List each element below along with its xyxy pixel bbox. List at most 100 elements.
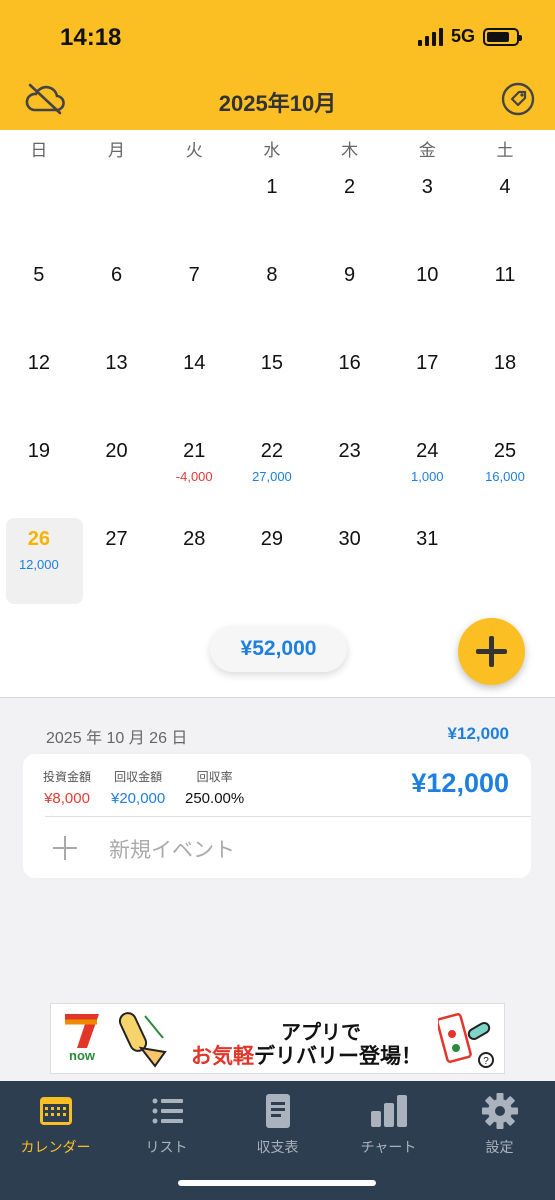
day-number: 30	[338, 528, 361, 550]
day-number: 27	[105, 528, 128, 550]
calendar-day-13[interactable]: 13	[78, 342, 156, 430]
tab-list[interactable]: リスト	[111, 1091, 222, 1157]
day-number: 7	[188, 264, 200, 286]
calendar-day-31[interactable]: 31	[388, 518, 466, 606]
calendar-day-5[interactable]: 5	[0, 254, 78, 342]
weekday-sun: 日	[30, 140, 48, 160]
day-number: 22	[260, 440, 284, 462]
bar-chart-icon	[370, 1095, 407, 1127]
day-number: 10	[416, 264, 439, 286]
gear-icon	[481, 1093, 518, 1129]
food-illustration: ?	[438, 1013, 494, 1068]
calendar-day-26[interactable]: 26 12,000	[0, 518, 83, 606]
day-number: 12	[27, 352, 50, 374]
tab-chart-label: チャート	[360, 1139, 417, 1155]
nav-bar: 2025年10月	[0, 70, 555, 130]
weekday-wed: 水	[263, 140, 281, 160]
calendar-day-15[interactable]: 15	[233, 342, 311, 430]
day-number: 18	[493, 352, 517, 374]
day-number: 8	[266, 264, 278, 286]
day-number: 20	[105, 440, 128, 462]
day-number: 17	[416, 352, 439, 374]
home-indicator	[178, 1180, 376, 1186]
day-number: 4	[499, 176, 511, 198]
calendar-day-20[interactable]: 20	[78, 430, 156, 518]
month-title[interactable]: 2025年10月	[0, 86, 555, 118]
calendar-day-18[interactable]: 18	[466, 342, 544, 430]
divider	[0, 697, 555, 698]
new-event-button[interactable]: 新規イベント	[109, 834, 235, 864]
tab-calendar-label: カレンダー	[20, 1139, 91, 1155]
calendar-day-19[interactable]: 19	[0, 430, 78, 518]
add-button[interactable]	[458, 618, 525, 685]
calendar-day-3[interactable]: 3	[388, 166, 466, 254]
calendar-day-2[interactable]: 2	[311, 166, 389, 254]
calendar-day-30[interactable]: 30	[311, 518, 389, 606]
tab-calendar[interactable]: カレンダー	[0, 1091, 111, 1157]
day-number: 21	[183, 440, 206, 462]
weekday-fri: 金	[418, 140, 436, 160]
selected-date-total: ¥12,000	[447, 724, 509, 743]
signal-icon	[417, 27, 443, 46]
calendar-day-17[interactable]: 17	[388, 342, 466, 430]
calendar-grid: 1 2 3 4 5 6 7 8 9 10 11 12 13 14 15 16 17 18 19 20 21 -4,000 2…	[0, 166, 555, 606]
return-value: ¥20,000	[111, 790, 166, 807]
calendar-day-9[interactable]: 9	[311, 254, 389, 342]
calendar-day-29[interactable]: 29	[233, 518, 311, 606]
calendar-day-27[interactable]: 27	[78, 518, 156, 606]
calendar-day-7[interactable]: 7	[155, 254, 233, 342]
month-total-pill[interactable]: ¥52,000	[210, 626, 347, 672]
weekday-mon: 月	[108, 140, 126, 160]
calendar-day-1[interactable]: 1	[233, 166, 311, 254]
calendar-week: 19 20 21 -4,000 22 27,000 23 24 1,000 25 16,000	[0, 430, 555, 518]
weekday-header: 日 月 火 水 木 金 土	[0, 130, 555, 166]
calendar-day-21[interactable]: 21 -4,000	[155, 430, 233, 518]
selected-date: 2025 年 10 月 26 日	[46, 730, 188, 747]
calendar-day-22[interactable]: 22 27,000	[233, 430, 311, 518]
calendar-icon	[39, 1097, 72, 1125]
card-divider	[45, 816, 531, 817]
calendar-day-14[interactable]: 14	[155, 342, 233, 430]
tab-settings[interactable]: 設定	[444, 1091, 555, 1157]
invest-label: 投資金額	[43, 770, 92, 784]
svg-text:?: ?	[483, 1056, 489, 1067]
tag-icon[interactable]	[501, 82, 535, 116]
calendar-day-6[interactable]: 6	[78, 254, 156, 342]
tab-chart[interactable]: チャート	[333, 1091, 444, 1157]
calendar-day-24[interactable]: 24 1,000	[388, 430, 466, 518]
day-number: 2	[344, 176, 356, 198]
ad-tagline: お気軽デリバリー登場！	[191, 1040, 422, 1070]
day-summary-card[interactable]: 投資金額 ¥8,000 回収金額 ¥20,000 回収率 250.00% ¥12…	[23, 754, 531, 878]
battery-icon	[483, 27, 522, 46]
day-number: 5	[33, 264, 45, 286]
day-amount-label: 1,000	[411, 469, 444, 484]
calendar-day-23[interactable]: 23	[311, 430, 389, 518]
day-number: 6	[110, 264, 123, 286]
calendar-day-empty	[466, 518, 544, 606]
tab-list-label: リスト	[145, 1139, 188, 1155]
day-number: 13	[105, 352, 128, 374]
ad-banner[interactable]: now アプリで お気軽デリバリー登場！ ?	[50, 1003, 505, 1074]
calendar-day-4[interactable]: 4	[466, 166, 544, 254]
tab-balance-sheet-label: 収支表	[256, 1139, 299, 1155]
rate-stat: 回収率 250.00%	[185, 768, 244, 807]
rate-value: 250.00%	[185, 790, 245, 807]
calendar-day-28[interactable]: 28	[155, 518, 233, 606]
add-event-plus-icon[interactable]	[53, 836, 77, 860]
calendar-day-25[interactable]: 25 16,000	[466, 430, 544, 518]
calendar-day-10[interactable]: 10	[388, 254, 466, 342]
calendar-day-11[interactable]: 11	[466, 254, 544, 342]
calendar-day-8[interactable]: 8	[233, 254, 311, 342]
logo-text: now	[69, 1048, 96, 1063]
day-number: 23	[338, 440, 361, 462]
tab-balance-sheet[interactable]: 収支表	[222, 1091, 333, 1157]
calendar: 日 月 火 水 木 金 土 1 2 3 4 5 6 7 8 9 10 11 12 13 14 15 16 17 1…	[0, 130, 555, 697]
day-amount: ¥12,000	[411, 768, 509, 798]
calendar-day-12[interactable]: 12	[0, 342, 78, 430]
day-number: 29	[260, 528, 284, 550]
return-label: 回収金額	[114, 770, 163, 784]
day-amount-label: 12,000	[18, 557, 59, 572]
calendar-day-16[interactable]: 16	[311, 342, 389, 430]
invest-value: ¥8,000	[44, 790, 90, 807]
weekday-sat: 土	[496, 140, 514, 160]
